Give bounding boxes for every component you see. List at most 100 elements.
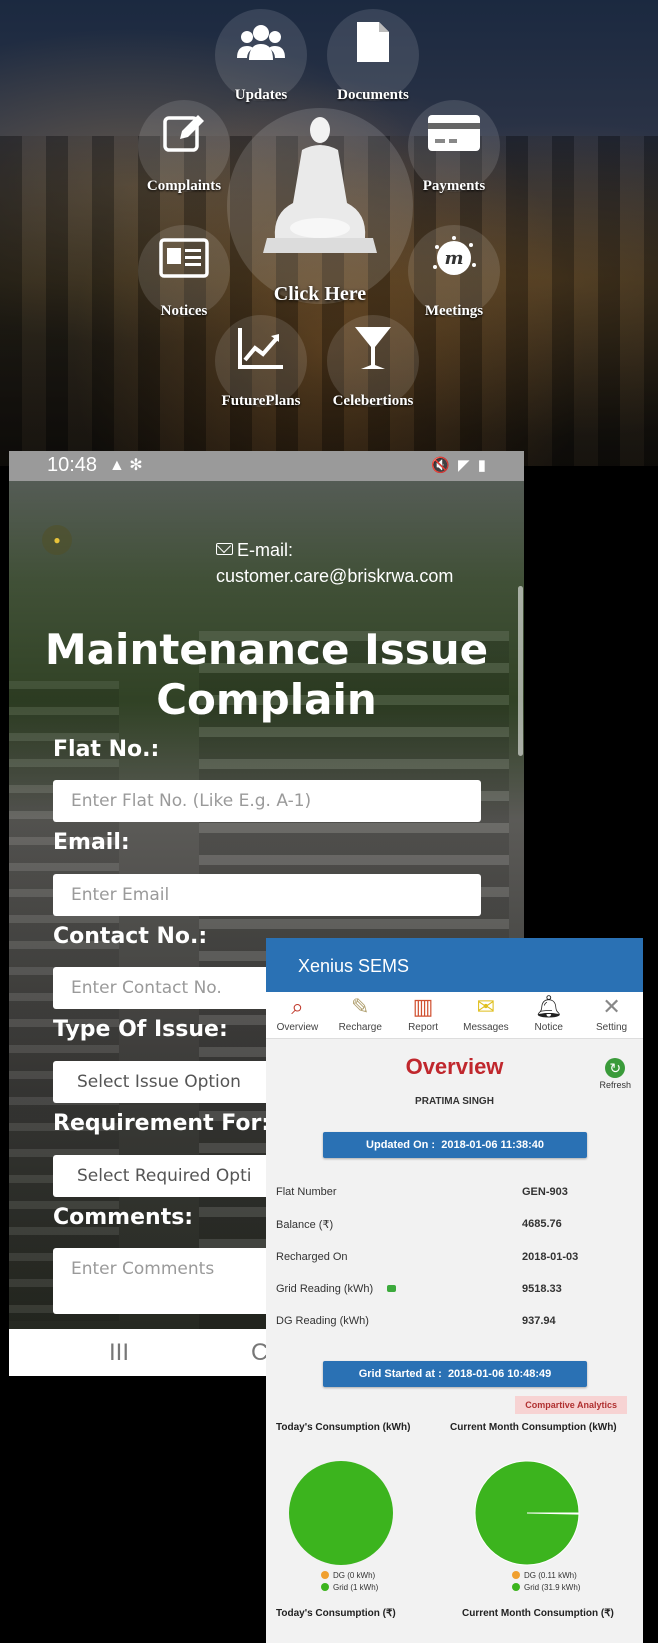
flat-label: Flat No.: (53, 737, 160, 762)
month-kwh-title: Current Month Consumption (kWh) (450, 1422, 617, 1433)
row-value: 937.94 (522, 1315, 556, 1327)
requirement-label: Requirement For: (53, 1111, 271, 1136)
row-grid-reading: Grid Reading (kWh) 9518.33 (276, 1283, 623, 1295)
grid-status-icon (387, 1285, 397, 1292)
society-menu: Click Here Updates Documents Complaints … (0, 0, 658, 466)
tab-messages-label: Messages (463, 1022, 509, 1033)
comments-label: Comments: (53, 1205, 194, 1230)
messages-icon: ✉ (476, 994, 496, 1019)
refresh-label: Refresh (599, 1080, 631, 1090)
menu-future-plans-label: FuturePlans (221, 393, 301, 409)
menu-documents-label: Documents (337, 87, 409, 103)
status-time: 10:48 (47, 454, 98, 476)
row-dg-reading: DG Reading (kWh) 937.94 (276, 1315, 623, 1327)
updated-value: 2018-01-06 11:38:40 (441, 1139, 544, 1151)
tab-report[interactable]: ▥ Report (392, 992, 455, 1038)
today-legend: DG (0 kWh) Grid (1 kWh) (321, 1570, 378, 1594)
sems-app-screen: Xenius SEMS ⌕ Overview ✎ Recharge ▥ Report … (266, 938, 643, 1643)
app-logo-icon[interactable]: ● (42, 525, 72, 555)
issue-type-label: Type Of Issue: (53, 1017, 228, 1042)
menu-payments-label: Payments (422, 178, 486, 194)
form-title: Maintenance Issue Complain (44, 625, 489, 724)
grid-started-label: Grid Started at : (358, 1368, 442, 1380)
menu-complaints[interactable]: Complaints (138, 100, 230, 194)
report-icon: ▥ (412, 994, 434, 1019)
tab-overview[interactable]: ⌕ Overview (266, 992, 329, 1038)
recharge-icon: ✎ (351, 994, 370, 1019)
recent-apps-button[interactable]: III (109, 1339, 129, 1367)
bell-icon: 🔔︎ (534, 994, 563, 1019)
tab-report-label: Report (408, 1022, 439, 1033)
menu-updates-label: Updates (234, 87, 288, 103)
menu-notices-label: Notices (160, 303, 208, 319)
envelope-icon (216, 543, 233, 555)
row-value: 2018-01-03 (522, 1251, 579, 1263)
grid-started-pill: Grid Started at : 2018-01-06 10:48:49 (323, 1361, 587, 1387)
buddha-statue-icon (263, 117, 377, 253)
pie-slice-grid (474, 1460, 580, 1566)
menu-meetings-label: Meetings (424, 303, 484, 319)
tools-icon: ✕ (602, 994, 621, 1019)
row-value: 9518.33 (522, 1283, 562, 1295)
meetup-icon: m (433, 236, 476, 275)
status-bar: 10:48 ▲ ✻ 🔇 ◤ ▮ (9, 451, 524, 481)
menu-celebrations[interactable]: Celebertions (327, 315, 419, 409)
sems-header: Xenius SEMS (266, 938, 643, 992)
legend-dg-text: DG (0.11 kWh) (524, 1571, 577, 1580)
edit-icon (163, 115, 204, 152)
email-input[interactable]: Enter Email (53, 874, 481, 916)
legend-grid-text: Grid (1 kWh) (333, 1583, 379, 1592)
tab-messages[interactable]: ✉ Messages (454, 992, 517, 1038)
month-legend: DG (0.11 kWh) Grid (31.9 kWh) (512, 1570, 580, 1594)
row-flat-number: Flat Number GEN-903 (276, 1186, 623, 1198)
overview-heading: Overview (405, 1054, 504, 1079)
refresh-button[interactable]: ↻ Refresh (599, 1058, 631, 1090)
tab-recharge[interactable]: ✎ Recharge (329, 992, 392, 1038)
line-chart-icon (238, 328, 283, 369)
row-balance: Balance (₹) 4685.76 (276, 1218, 623, 1231)
today-kwh-title: Today's Consumption (kWh) (276, 1422, 411, 1433)
row-label: DG Reading (kWh) (276, 1315, 369, 1327)
user-name: PRATIMA SINGH (415, 1096, 494, 1107)
month-rs-title: Current Month Consumption (₹) (462, 1608, 614, 1619)
svg-text:m: m (444, 248, 463, 269)
row-recharged-on: Recharged On 2018-01-03 (276, 1251, 623, 1263)
email-field-label: Email: (53, 830, 130, 855)
legend-dg: DG (0 kWh) (321, 1570, 378, 1582)
legend-grid: Grid (1 kWh) (321, 1582, 378, 1594)
comparative-analytics-button[interactable]: Compartive Analytics (515, 1396, 627, 1414)
menu-meetings[interactable]: m Meetings (408, 225, 500, 319)
menu-documents[interactable]: Documents (327, 9, 419, 103)
month-consumption-pie (474, 1460, 580, 1566)
tab-recharge-label: Recharge (338, 1022, 382, 1033)
center-click-button[interactable]: Click Here (227, 108, 413, 305)
cocktail-glass-icon (355, 327, 391, 369)
menu-updates[interactable]: Updates (215, 9, 307, 103)
contact-email[interactable]: E-mail: customer.care@briskrwa.com (216, 537, 453, 589)
credit-card-icon (428, 115, 480, 151)
document-icon (357, 22, 389, 62)
menu-payments[interactable]: Payments (408, 100, 500, 194)
overview-icon: ⌕ (291, 994, 304, 1019)
center-label: Click Here (273, 283, 367, 305)
menu-complaints-label: Complaints (146, 178, 222, 194)
grid-swatch (512, 1583, 520, 1591)
dg-swatch (321, 1571, 329, 1579)
menu-future-plans[interactable]: FuturePlans (215, 315, 307, 409)
menu-notices[interactable]: Notices (138, 225, 230, 319)
row-label: Flat Number (276, 1186, 337, 1198)
tab-notice[interactable]: 🔔︎ Notice (517, 992, 580, 1038)
row-value: 4685.76 (522, 1218, 562, 1230)
row-label: Balance (₹) (276, 1219, 334, 1231)
pie-slice-grid (289, 1461, 393, 1565)
email-address: customer.care@briskrwa.com (216, 566, 454, 586)
flat-input[interactable]: Enter Flat No. (Like E.g. A-1) (53, 780, 481, 822)
menu-celebrations-label: Celebertions (332, 393, 414, 409)
grid-swatch (321, 1583, 329, 1591)
row-label: Grid Reading (kWh) (276, 1283, 374, 1295)
dg-swatch (512, 1571, 520, 1579)
notification-icons: ▲ ✻ (109, 457, 143, 474)
sems-tab-bar: ⌕ Overview ✎ Recharge ▥ Report ✉ Messages 🔔︎… (266, 992, 643, 1039)
row-value: GEN-903 (522, 1186, 568, 1198)
tab-setting[interactable]: ✕ Setting (580, 992, 643, 1038)
